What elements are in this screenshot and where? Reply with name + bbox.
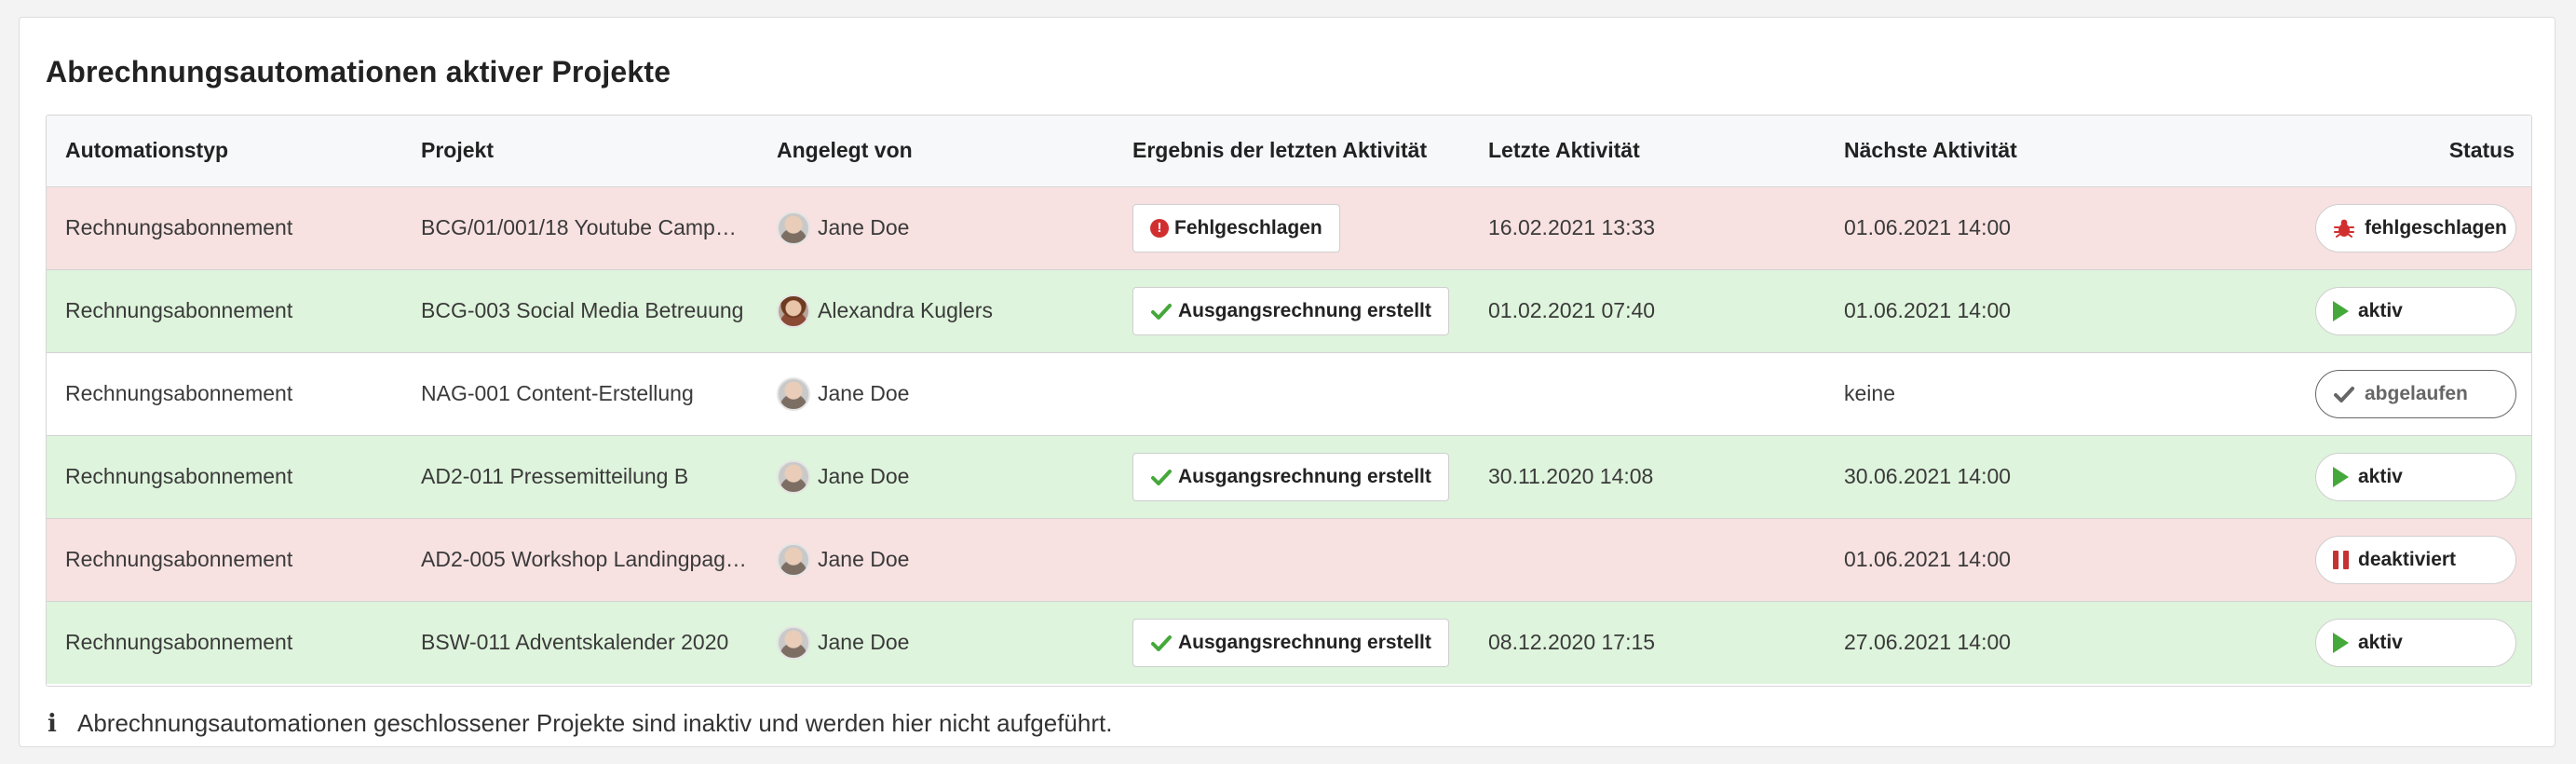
cell-automation-type: Rechnungsabonnement xyxy=(65,547,293,571)
avatar xyxy=(777,542,810,577)
check-icon xyxy=(1151,634,1172,651)
status-label: abgelaufen xyxy=(2365,382,2468,404)
result-label: Ausgangsrechnung erstellt xyxy=(1178,631,1431,653)
status-button-active[interactable]: aktiv xyxy=(2315,286,2516,335)
play-icon xyxy=(2333,300,2349,321)
cell-automation-type: Rechnungsabonnement xyxy=(65,464,293,488)
cell-last-activity xyxy=(1470,518,1825,601)
cell-project[interactable]: BCG-003 Social Media Betreuung xyxy=(402,269,758,352)
status-button-active[interactable]: aktiv xyxy=(2315,618,2516,667)
creator-name: Jane Doe xyxy=(818,547,910,571)
status-button-failed[interactable]: fehlgeschlagen xyxy=(2315,203,2516,252)
table-header-row: Automationstyp Projekt Angelegt von Erge… xyxy=(47,116,2531,187)
status-label: deaktiviert xyxy=(2358,548,2457,570)
panel-title: Abrechnungsautomationen aktiver Projekte xyxy=(46,55,671,89)
cell-created-by: Jane Doe xyxy=(777,211,1114,245)
check-icon xyxy=(1151,303,1172,320)
automation-table-wrapper: Automationstyp Projekt Angelegt von Erge… xyxy=(46,115,2532,687)
cell-last-activity: 30.11.2020 14:08 xyxy=(1488,464,1654,488)
cell-automation-type: Rechnungsabonnement xyxy=(65,630,293,655)
cell-automation-type: Rechnungsabonnement xyxy=(65,298,293,322)
error-icon: ! xyxy=(1150,218,1169,238)
result-label: Ausgangsrechnung erstellt xyxy=(1178,465,1431,487)
creator-name: Jane Doe xyxy=(818,464,910,488)
cell-last-result-empty xyxy=(1114,352,1470,435)
status-button-deactivated[interactable]: deaktiviert xyxy=(2315,535,2516,584)
cell-created-by: Jane Doe xyxy=(777,376,1114,411)
cell-next-activity: keine xyxy=(1844,381,1895,405)
play-icon xyxy=(2333,632,2349,653)
pause-icon xyxy=(2333,550,2349,569)
cell-project[interactable]: AD2-011 Pressemitteilung B xyxy=(402,435,758,518)
footer-note-text: Abrechnungsautomationen geschlossener Pr… xyxy=(77,709,1113,737)
status-button-expired[interactable]: abgelaufen xyxy=(2315,369,2516,418)
automation-table: Automationstyp Projekt Angelegt von Erge… xyxy=(47,116,2531,684)
status-label: aktiv xyxy=(2358,631,2403,653)
automation-table-body: Rechnungsabonnement BCG/01/001/18 Youtub… xyxy=(47,186,2531,684)
cell-next-activity: 01.06.2021 14:00 xyxy=(1844,298,2012,322)
cell-last-activity: 08.12.2020 17:15 xyxy=(1488,630,1656,655)
table-row[interactable]: Rechnungsabonnement BCG/01/001/18 Youtub… xyxy=(47,186,2531,269)
avatar xyxy=(777,376,810,411)
result-badge[interactable]: Ausgangsrechnung erstellt xyxy=(1132,452,1449,501)
avatar xyxy=(777,625,810,660)
cell-next-activity: 30.06.2021 14:00 xyxy=(1844,464,2012,488)
cell-created-by: Jane Doe xyxy=(777,625,1114,660)
table-row[interactable]: Rechnungsabonnement BSW-011 Adventskalen… xyxy=(47,601,2531,684)
header-status[interactable]: Status xyxy=(2181,116,2531,187)
header-last-result[interactable]: Ergebnis der letzten Aktivität xyxy=(1114,116,1470,187)
cell-automation-type: Rechnungsabonnement xyxy=(65,381,293,405)
avatar xyxy=(777,293,810,328)
avatar xyxy=(777,211,810,245)
check-icon xyxy=(2334,386,2354,402)
header-last-activity[interactable]: Letzte Aktivität xyxy=(1470,116,1825,187)
cell-created-by: Alexandra Kuglers xyxy=(777,293,1114,328)
creator-name: Alexandra Kuglers xyxy=(818,298,993,322)
cell-last-activity: 16.02.2021 13:33 xyxy=(1488,215,1656,239)
header-project[interactable]: Projekt xyxy=(402,116,758,187)
automation-panel: Abrechnungsautomationen aktiver Projekte… xyxy=(19,17,2556,747)
cell-last-activity: 01.02.2021 07:40 xyxy=(1488,298,1656,322)
cell-next-activity: 27.06.2021 14:00 xyxy=(1844,630,2012,655)
status-button-active[interactable]: aktiv xyxy=(2315,452,2516,501)
result-label: Ausgangsrechnung erstellt xyxy=(1178,299,1431,321)
result-label: Fehlgeschlagen xyxy=(1174,216,1322,239)
cell-last-activity xyxy=(1470,352,1825,435)
table-row[interactable]: Rechnungsabonnement AD2-011 Pressemittei… xyxy=(47,435,2531,518)
header-created-by[interactable]: Angelegt von xyxy=(758,116,1114,187)
header-automation-type[interactable]: Automationstyp xyxy=(47,116,402,187)
cell-last-result-empty xyxy=(1114,518,1470,601)
cell-next-activity: 01.06.2021 14:00 xyxy=(1844,547,2012,571)
status-label: aktiv xyxy=(2358,465,2403,487)
result-badge[interactable]: Ausgangsrechnung erstellt xyxy=(1132,286,1449,335)
avatar xyxy=(777,459,810,494)
cell-created-by: Jane Doe xyxy=(777,459,1114,494)
cell-created-by: Jane Doe xyxy=(777,542,1114,577)
creator-name: Jane Doe xyxy=(818,630,910,655)
header-next-activity[interactable]: Nächste Aktivität xyxy=(1825,116,2181,187)
status-label: fehlgeschlagen xyxy=(2365,216,2507,239)
footer-info: i Abrechnungsautomationen geschlossener … xyxy=(46,709,1112,738)
cell-next-activity: 01.06.2021 14:00 xyxy=(1844,215,2012,239)
status-label: aktiv xyxy=(2358,299,2403,321)
cell-project[interactable]: AD2-005 Workshop Landingpag… xyxy=(402,518,758,601)
info-icon: i xyxy=(47,709,57,738)
bug-icon xyxy=(2334,219,2354,238)
cell-project[interactable]: BCG/01/001/18 Youtube Camp… xyxy=(402,186,758,269)
creator-name: Jane Doe xyxy=(818,381,910,405)
creator-name: Jane Doe xyxy=(818,215,910,239)
result-badge[interactable]: ! Fehlgeschlagen xyxy=(1132,203,1340,252)
table-row[interactable]: Rechnungsabonnement AD2-005 Workshop Lan… xyxy=(47,518,2531,601)
cell-automation-type: Rechnungsabonnement xyxy=(65,215,293,239)
check-icon xyxy=(1151,469,1172,485)
cell-project[interactable]: NAG-001 Content-Erstellung xyxy=(402,352,758,435)
table-row[interactable]: Rechnungsabonnement BCG-003 Social Media… xyxy=(47,269,2531,352)
cell-project[interactable]: BSW-011 Adventskalender 2020 xyxy=(402,601,758,684)
play-icon xyxy=(2333,466,2349,487)
table-row[interactable]: Rechnungsabonnement NAG-001 Content-Erst… xyxy=(47,352,2531,435)
result-badge[interactable]: Ausgangsrechnung erstellt xyxy=(1132,618,1449,667)
